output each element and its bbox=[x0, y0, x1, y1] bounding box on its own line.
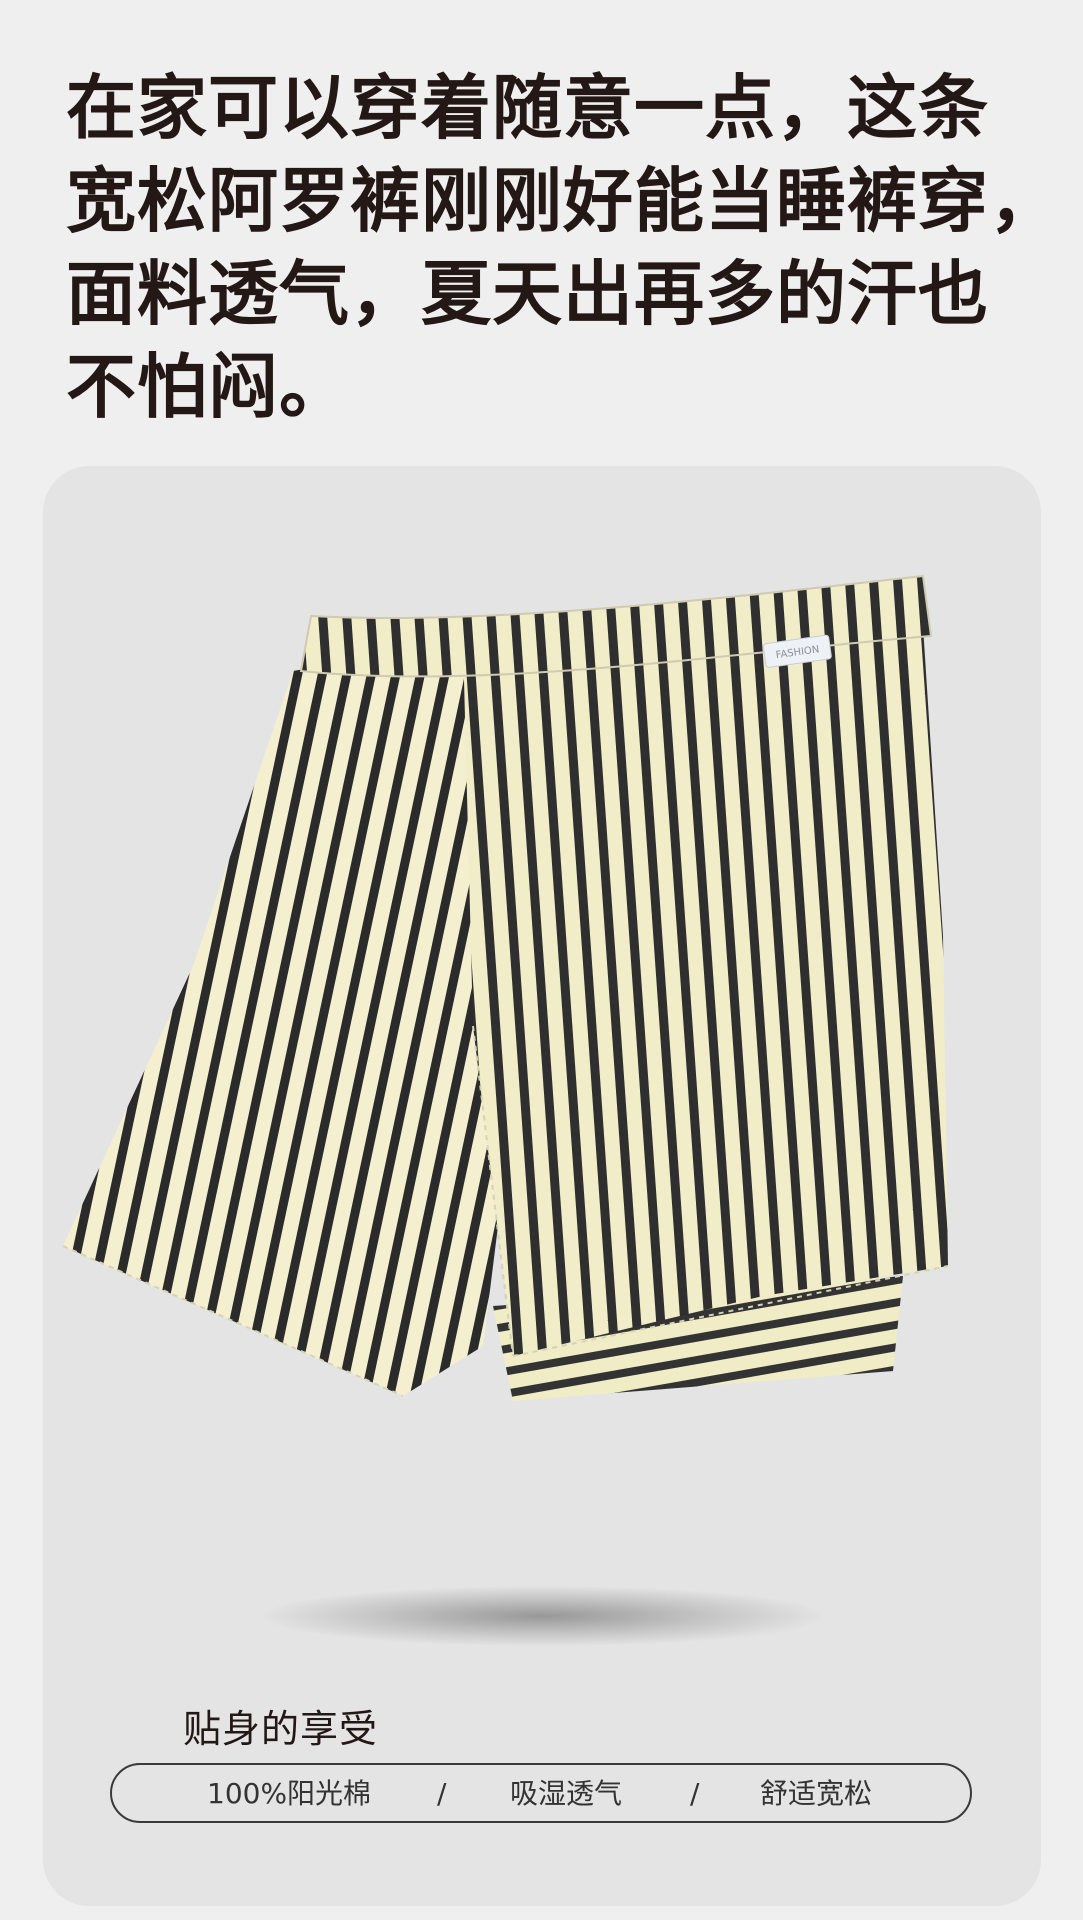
striped-shorts-image: FASHION bbox=[62, 574, 949, 1401]
feature-breathable: 吸湿透气 bbox=[510, 1777, 623, 1810]
feature-separator: / bbox=[690, 1777, 700, 1810]
feature-loose-fit: 舒适宽松 bbox=[760, 1777, 873, 1810]
headline-line: 在家可以穿着随意一点，这条 bbox=[66, 67, 989, 149]
headline-line: 面料透气，夏天出再多的汗也 bbox=[66, 253, 989, 335]
feature-cotton: 100%阳光棉 bbox=[207, 1777, 372, 1810]
headline-line: 不怕闷。 bbox=[66, 346, 350, 428]
features-pill: 100%阳光棉 / 吸湿透气 / 舒适宽松 bbox=[110, 1763, 972, 1823]
headline-line: 宽松阿罗裤刚刚好能当睡裤穿， bbox=[66, 160, 1060, 242]
feature-separator: / bbox=[437, 1777, 447, 1810]
card-subtitle: 贴身的享受 bbox=[183, 1707, 379, 1751]
headline: 在家可以穿着随意一点，这条 宽松阿罗裤刚刚好能当睡裤穿， 面料透气，夏天出再多的… bbox=[66, 62, 1060, 434]
product-shadow bbox=[263, 1586, 823, 1646]
product-card: FASHION 贴身的享受 100%阳光棉 / 吸湿透气 / 舒适宽松 bbox=[43, 466, 1041, 1906]
